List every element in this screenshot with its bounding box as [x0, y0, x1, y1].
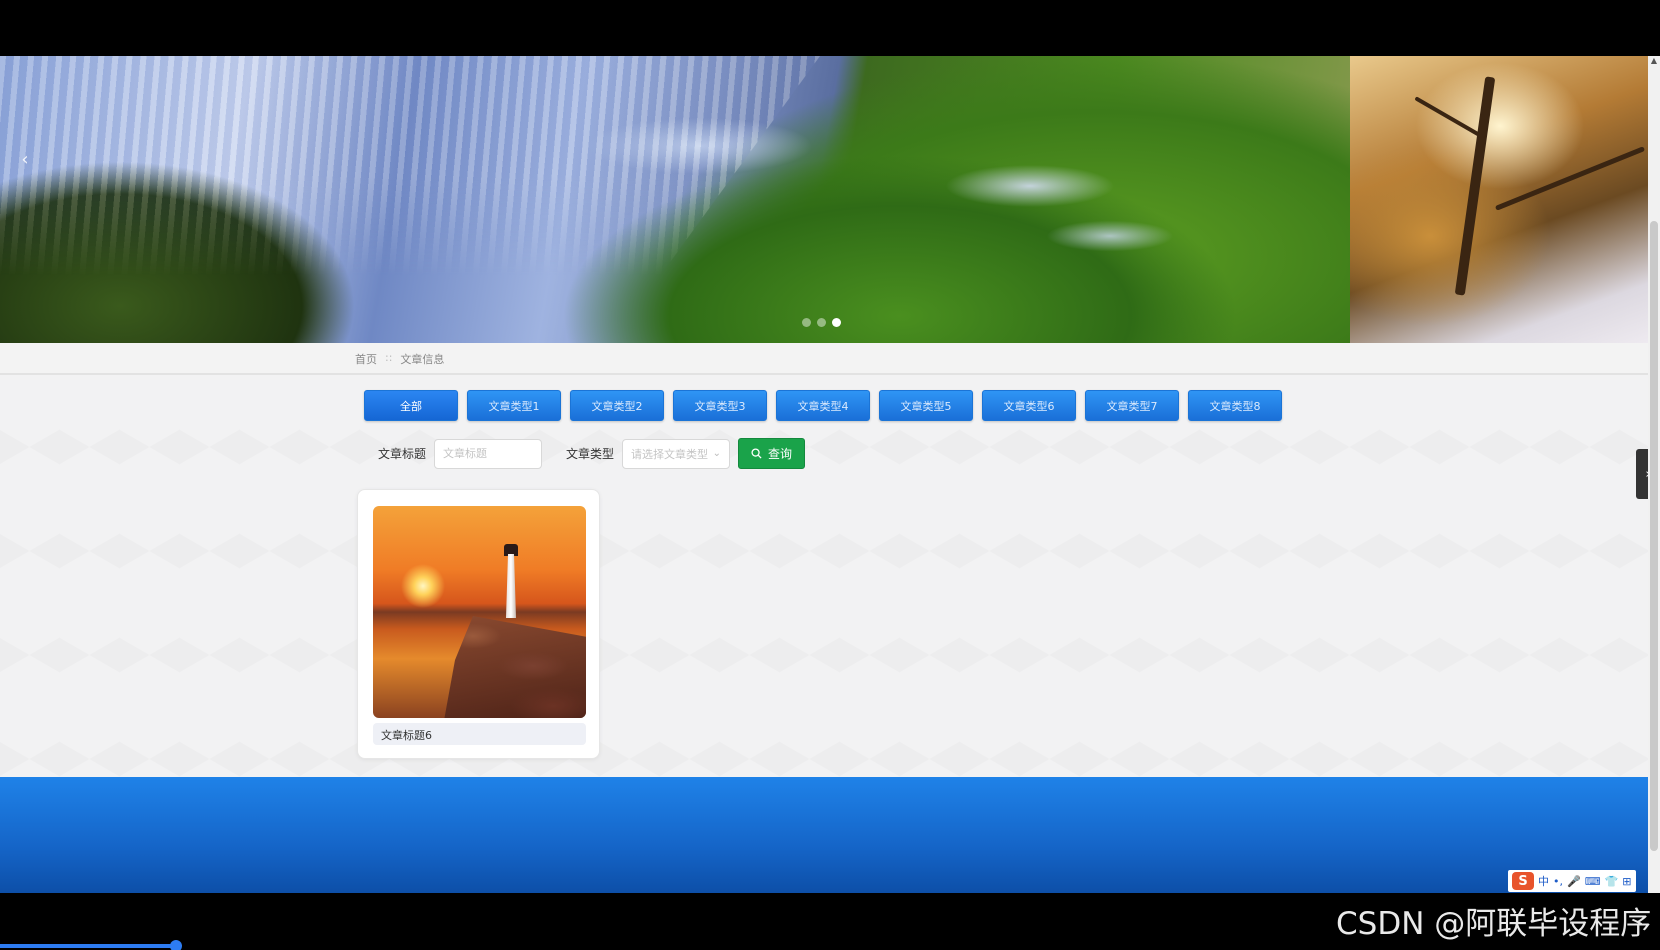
article-title: 文章标题6 — [373, 723, 586, 745]
rocks-graphic — [443, 616, 586, 718]
category-button[interactable]: 文章类型4 — [776, 390, 870, 421]
carousel-dot-active[interactable] — [832, 318, 841, 327]
article-card[interactable]: 文章标题6 — [357, 489, 600, 759]
tree-branch — [1414, 96, 1486, 140]
scrollbar-thumb[interactable] — [1650, 221, 1658, 851]
query-button[interactable]: 查询 — [738, 438, 806, 469]
type-select[interactable]: 请选择文章类型 ⌄ — [622, 438, 731, 469]
type-field-label: 文章类型 — [566, 447, 615, 461]
category-button[interactable]: 文章类型3 — [673, 390, 767, 421]
banner-slide-waterfall — [0, 56, 1350, 343]
carousel-prev-icon[interactable]: ‹ — [14, 140, 36, 180]
breadcrumb-current: 文章信息 — [400, 353, 445, 366]
query-button-label: 查询 — [768, 447, 793, 461]
sogou-logo-icon: S — [1512, 872, 1534, 890]
footer — [0, 777, 1648, 893]
category-button[interactable]: 文章类型7 — [1085, 390, 1179, 421]
carousel-dot[interactable] — [817, 318, 826, 327]
title-field-label: 文章标题 — [378, 447, 427, 461]
banner-slide-snow-tree — [1350, 56, 1648, 343]
punctuation-icon[interactable]: •, — [1553, 875, 1563, 888]
lighthouse-tower — [506, 554, 516, 618]
microphone-icon[interactable]: 🎤 — [1567, 875, 1581, 888]
tree-trunk — [1454, 76, 1496, 296]
banner-carousel[interactable]: ‹ — [0, 56, 1648, 343]
screen: ‹ 首页 :: 文章信息 全部 文章类型1 文章类型2 文章类型3 文章类型4 … — [0, 0, 1660, 950]
skin-icon[interactable]: 👕 — [1605, 875, 1619, 888]
video-progress-knob[interactable] — [170, 940, 182, 950]
title-search-input[interactable] — [434, 438, 543, 469]
ime-mode[interactable]: 中 — [1538, 873, 1549, 889]
category-button[interactable]: 文章类型1 — [467, 390, 561, 421]
search-form: 文章标题 文章类型 请选择文章类型 ⌄ 查询 — [378, 438, 806, 469]
carousel-indicators — [802, 318, 841, 327]
search-icon — [751, 448, 762, 459]
grid-icon[interactable]: ⊞ — [1622, 875, 1631, 888]
carousel-dot[interactable] — [802, 318, 811, 327]
category-button[interactable]: 文章类型6 — [982, 390, 1076, 421]
scroll-up-icon[interactable]: ▲ — [1648, 56, 1660, 68]
waterfall-graphic — [0, 56, 820, 276]
breadcrumb-bar: 首页 :: 文章信息 — [0, 343, 1648, 375]
category-button[interactable]: 文章类型8 — [1188, 390, 1282, 421]
main-content: 首页 :: 文章信息 全部 文章类型1 文章类型2 文章类型3 文章类型4 文章… — [0, 343, 1648, 777]
article-thumbnail — [373, 506, 586, 718]
category-filter: 全部 文章类型1 文章类型2 文章类型3 文章类型4 文章类型5 文章类型6 文… — [364, 390, 1282, 421]
category-button[interactable]: 文章类型2 — [570, 390, 664, 421]
breadcrumb-home-link[interactable]: 首页 — [355, 351, 377, 367]
ime-toolbar[interactable]: S 中 •, 🎤 ⌨ 👕 ⊞ — [1508, 870, 1636, 892]
breadcrumb: 首页 :: 文章信息 — [355, 351, 444, 367]
video-progress-bar[interactable] — [0, 944, 175, 948]
type-select-placeholder: 请选择文章类型 — [631, 447, 709, 461]
chevron-down-icon: ⌄ — [712, 448, 722, 459]
category-all-button[interactable]: 全部 — [364, 390, 458, 421]
watermark: CSDN @阿联毕设程序 — [1336, 906, 1652, 942]
breadcrumb-separator: :: — [385, 351, 393, 364]
page-scrollbar[interactable]: ▲ — [1648, 56, 1660, 893]
tree-branch — [1494, 146, 1646, 211]
keyboard-icon[interactable]: ⌨ — [1585, 875, 1601, 888]
category-button[interactable]: 文章类型5 — [879, 390, 973, 421]
